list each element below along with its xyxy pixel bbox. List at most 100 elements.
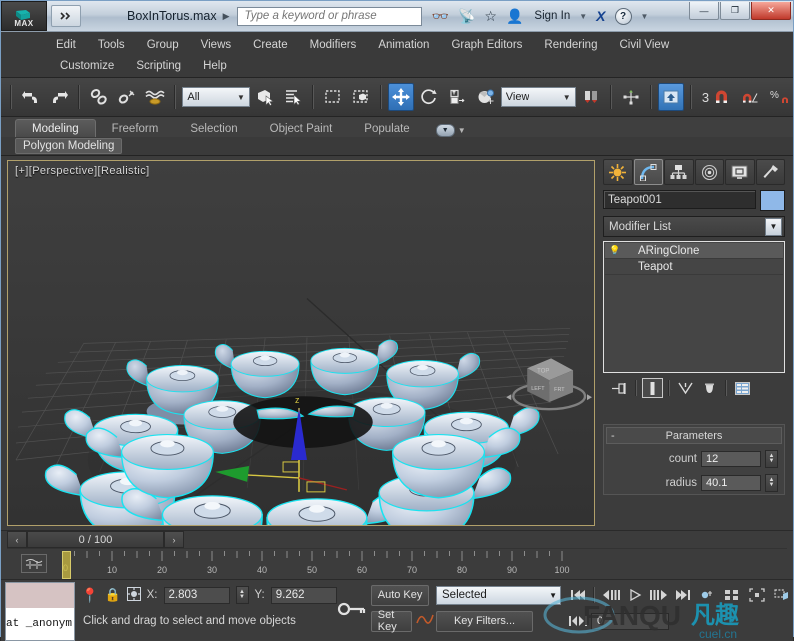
pin-stack-icon[interactable]: 📍 [81,587,98,604]
menu-animation[interactable]: Animation [367,37,440,53]
count-spinner[interactable]: ▲ ▼ [765,450,778,468]
reference-coordinate-combo[interactable]: View ▼ [500,87,576,107]
menu-help[interactable]: Help [192,58,238,74]
menu-group[interactable]: Group [136,37,190,53]
utilities-tab-icon[interactable] [755,159,785,185]
select-and-move-icon[interactable] [388,83,415,111]
unlink-selection-icon[interactable] [114,83,140,111]
menu-graph-editors[interactable]: Graph Editors [440,37,533,53]
x-coord-field[interactable]: 2.803 [163,586,230,604]
menu-civil-view[interactable]: Civil View [608,37,680,53]
configure-modifier-sets-icon[interactable] [732,378,753,398]
current-frame-field[interactable]: 0 [591,612,669,630]
modifier-list-dropdown[interactable]: Modifier List ▼ [603,216,785,237]
key-mode-toggle-icon[interactable] [337,599,367,624]
key-mode-toggle-icon[interactable] [567,612,588,630]
help-chevron-down-icon[interactable]: ▼ [641,12,649,21]
next-frame-icon[interactable] [648,586,669,604]
zoom-icon[interactable] [696,585,718,605]
isolate-selection-icon[interactable] [126,586,141,604]
select-and-scale-icon[interactable] [445,83,471,111]
collapse-icon[interactable]: - [611,430,615,442]
auto-key-button[interactable]: Auto Key [370,584,430,606]
named-selection-set-combo[interactable]: Selected ▼ [436,585,561,605]
minimize-button[interactable]: — [689,2,719,20]
open-mini-curve-editor-icon[interactable] [21,554,47,573]
binoculars-icon[interactable]: 👓 [432,9,449,23]
help-icon[interactable]: ? [614,7,632,25]
coord-spinner[interactable]: ▲ ▼ [235,586,249,604]
remove-modifier-icon[interactable] [699,378,720,398]
show-end-result-icon[interactable] [642,378,663,398]
sign-in-label[interactable]: Sign In [534,10,570,22]
key-filters-button[interactable]: Key Filters... [436,610,533,632]
mirror-icon[interactable] [578,83,604,111]
menu-rendering[interactable]: Rendering [533,37,608,53]
count-field[interactable]: 12 [701,451,761,467]
modifier-stack[interactable]: 💡 ARingClone Teapot [603,241,785,373]
star-icon[interactable]: ☆ [484,9,497,23]
menu-views[interactable]: Views [190,37,242,53]
title-dropdown-icon[interactable]: ▶ [223,11,230,22]
tab-selection[interactable]: Selection [174,120,253,137]
ribbon-options-dropdown[interactable]: ▼ ▼ [435,124,466,137]
search-box[interactable] [236,6,422,26]
select-object-icon[interactable] [252,83,278,111]
next-frame-button[interactable]: › [164,531,184,548]
maxscript-mini-listener[interactable]: at _anonym [5,582,76,641]
y-coord-field[interactable]: 9.262 [270,586,337,604]
track-bar[interactable]: 10 20 30 40 50 60 70 80 90 100 0 [7,548,787,579]
undo-icon[interactable] [18,83,44,111]
close-button[interactable]: ✕ [751,2,791,20]
snaps-toggle-icon[interactable] [707,83,735,111]
object-color-swatch[interactable] [760,190,785,211]
motion-tab-icon[interactable] [694,159,724,185]
light-bulb-icon[interactable]: 💡 [609,245,620,256]
bind-to-space-warp-icon[interactable] [142,83,168,111]
radius-field[interactable]: 40.1 [701,475,761,491]
menu-tools[interactable]: Tools [87,37,136,53]
listener-input-line[interactable] [6,583,75,608]
select-and-rotate-icon[interactable] [416,83,442,111]
selection-filter-combo[interactable]: All ▼ [182,87,250,107]
listener-output-line[interactable]: at _anonym [6,608,75,640]
rollout-header[interactable]: - Parameters [606,427,782,444]
go-to-start-icon[interactable] [567,586,588,604]
ribbon-panel-polygon-modeling[interactable]: Polygon Modeling [15,138,123,154]
align-icon[interactable] [618,83,644,111]
go-to-end-icon[interactable] [672,586,693,604]
layer-explorer-icon[interactable] [657,83,684,111]
search-input[interactable] [242,9,416,23]
percent-snap-icon[interactable]: % [765,83,793,111]
exchange-logo-icon[interactable]: X [596,8,605,24]
maximize-button[interactable]: ❐ [720,2,750,20]
window-crossing-icon[interactable] [348,83,374,111]
create-tab-icon[interactable] [603,159,633,185]
time-slider[interactable]: 0 / 100 [27,531,164,548]
radius-spinner[interactable]: ▲ ▼ [765,474,778,492]
play-animation-icon[interactable] [624,586,645,604]
set-key-curve-icon[interactable] [416,611,434,632]
previous-frame-icon[interactable] [600,586,621,604]
tab-modeling[interactable]: Modeling [15,119,96,137]
zoom-all-icon[interactable] [721,585,743,605]
menu-edit[interactable]: Edit [45,37,87,53]
use-center-flyout-icon[interactable] [473,83,499,111]
tab-freeform[interactable]: Freeform [96,120,175,137]
redo-icon[interactable] [46,83,72,111]
menu-scripting[interactable]: Scripting [125,58,192,74]
viewport-label[interactable]: [+][Perspective][Realistic] [15,165,150,177]
application-menu-button[interactable]: MAX [1,1,47,31]
perspective-viewport[interactable]: [+][Perspective][Realistic] z TOP LEFT F… [7,160,595,526]
zoom-extents-icon[interactable] [746,585,768,605]
quick-access-toolbar-expand-button[interactable] [51,5,81,27]
tab-populate[interactable]: Populate [348,120,425,137]
menu-modifiers[interactable]: Modifiers [299,37,368,53]
set-key-button[interactable]: Set Key [370,609,412,633]
angle-snap-icon[interactable] [736,83,764,111]
modifier-stack-row[interactable]: 💡 ARingClone [605,243,783,259]
satellite-icon[interactable]: 📡 [458,9,475,23]
make-unique-icon[interactable] [675,378,696,398]
tab-object-paint[interactable]: Object Paint [254,120,349,137]
object-name-field[interactable]: Teapot001 [603,190,756,209]
